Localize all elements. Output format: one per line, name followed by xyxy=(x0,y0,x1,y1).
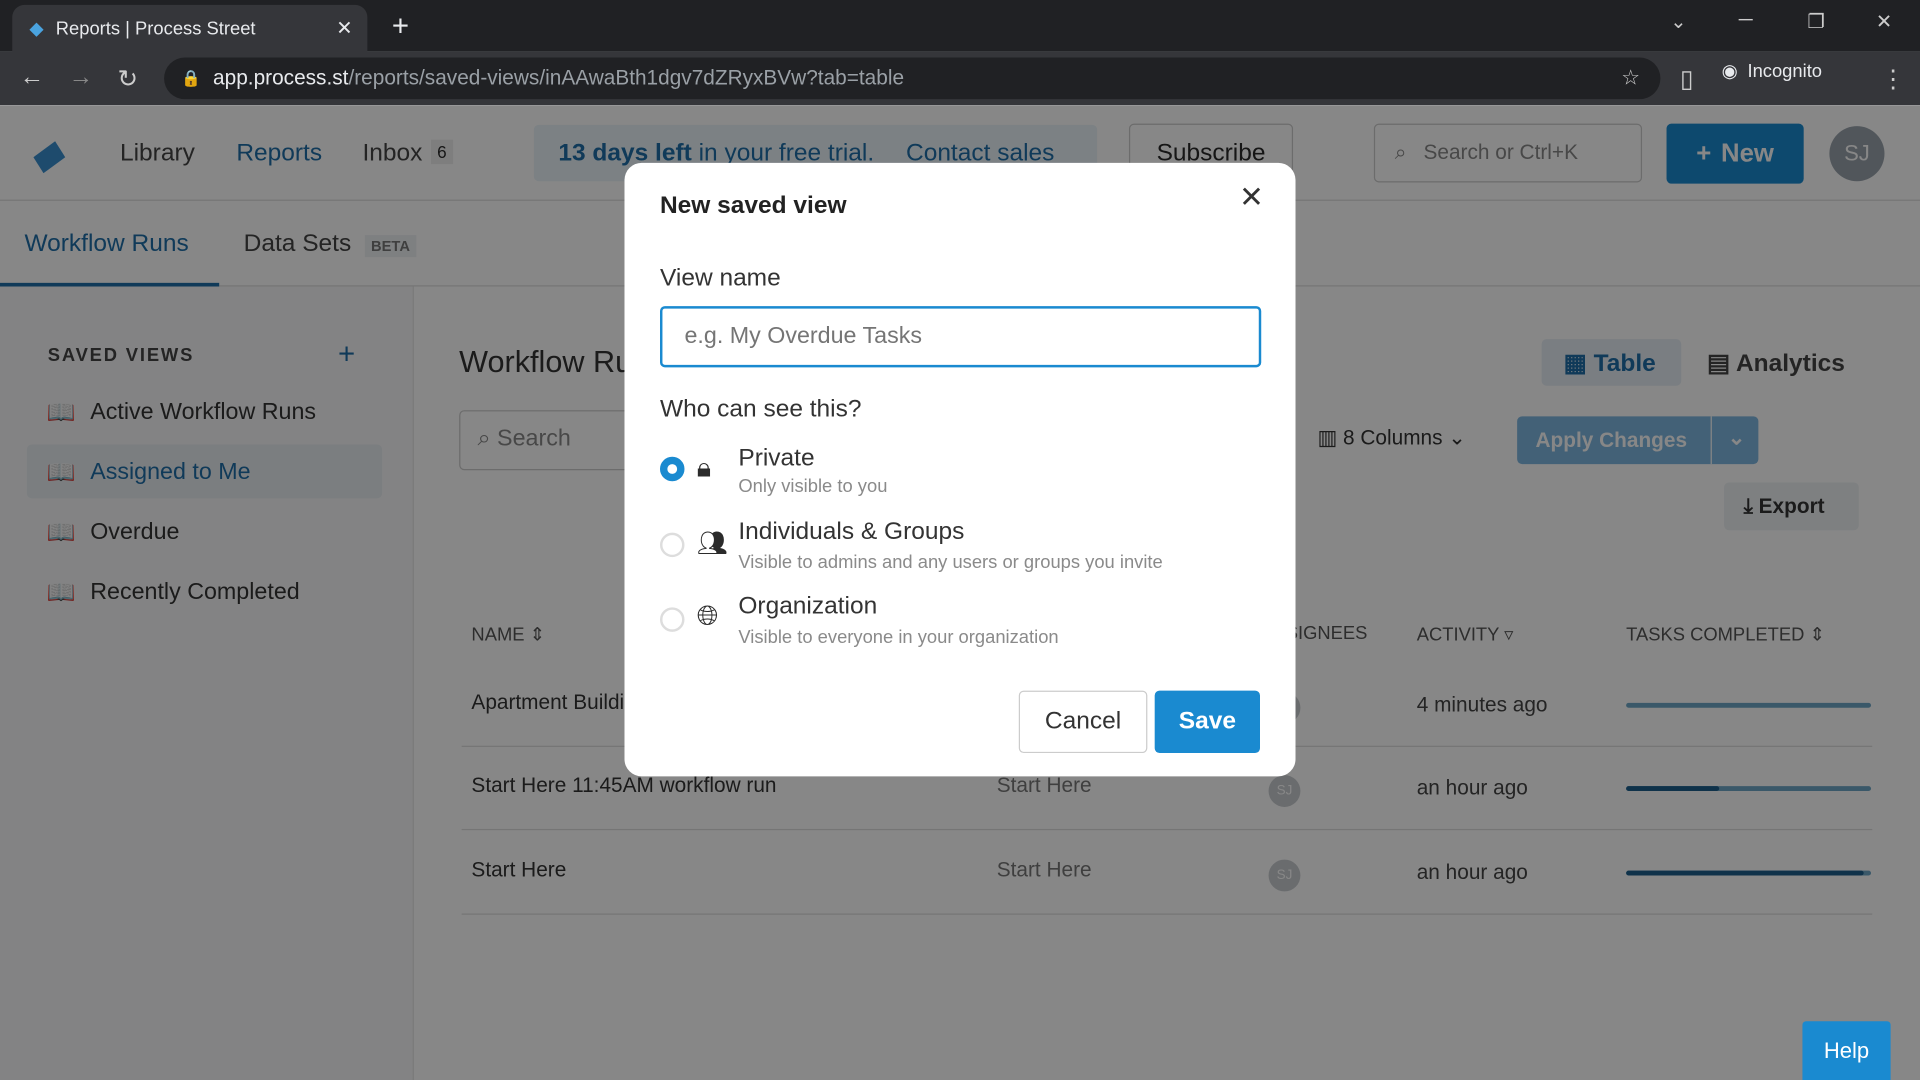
close-icon[interactable]: ✕ xyxy=(1239,180,1264,216)
incognito-icon: ◉ xyxy=(1721,61,1738,83)
new-tab-icon[interactable]: + xyxy=(392,10,409,44)
minimize-icon[interactable]: ─ xyxy=(1739,10,1753,32)
option-title: Individuals & Groups xyxy=(738,517,965,545)
close-tab-icon[interactable]: ✕ xyxy=(336,16,352,40)
globe-icon: 🌐︎ xyxy=(696,600,719,631)
url-path: /reports/saved-views/inAAwaBth1dgv7dZRyx… xyxy=(348,66,905,90)
process-street-favicon: ◆ xyxy=(29,18,44,40)
option-individuals-groups[interactable]: 👥︎ Individuals & Groups Visible to admin… xyxy=(660,518,1248,587)
reload-icon[interactable]: ↻ xyxy=(118,64,139,95)
close-window-icon[interactable]: ✕ xyxy=(1876,10,1892,34)
view-name-input[interactable] xyxy=(660,306,1262,368)
browser-menu-icon[interactable]: ⋮ xyxy=(1881,64,1905,95)
dialog-title: New saved view xyxy=(660,192,847,220)
view-name-label: View name xyxy=(660,264,781,292)
url-host: app.process.st xyxy=(213,66,349,90)
forward-icon[interactable]: → xyxy=(69,64,93,92)
option-private[interactable]: 🔒︎ Private Only visible to you xyxy=(660,442,1248,511)
back-icon[interactable]: ← xyxy=(20,64,44,92)
radio-organization[interactable] xyxy=(660,607,685,632)
lock-icon: 🔒︎ xyxy=(696,451,712,483)
save-button[interactable]: Save xyxy=(1154,690,1261,754)
tab-search-icon[interactable]: ⌄ xyxy=(1670,10,1686,34)
radio-individuals-groups[interactable] xyxy=(660,532,685,558)
option-desc: Visible to admins and any users or group… xyxy=(738,552,1163,574)
help-button[interactable]: Help xyxy=(1802,1021,1891,1080)
incognito-badge[interactable]: ◉ Incognito xyxy=(1722,60,1822,82)
side-panel-icon[interactable]: ▯ xyxy=(1680,64,1693,95)
browser-tab[interactable]: ◆ Reports | Process Street ✕ xyxy=(12,4,368,52)
radio-private[interactable] xyxy=(660,456,685,482)
bookmark-star-icon[interactable]: ☆ xyxy=(1621,66,1640,90)
restore-icon[interactable]: ❐ xyxy=(1807,10,1825,34)
option-title: Organization xyxy=(738,592,878,620)
option-title: Private xyxy=(738,444,815,472)
option-organization[interactable]: 🌐︎ Organization Visible to everyone in y… xyxy=(660,593,1248,662)
option-desc: Only visible to you xyxy=(738,476,888,498)
tab-title: Reports | Process Street xyxy=(55,17,256,39)
visibility-label: Who can see this? xyxy=(660,395,862,423)
users-icon: 👥︎ xyxy=(696,530,728,558)
lock-icon: 🔒 xyxy=(181,68,202,87)
option-desc: Visible to everyone in your organization xyxy=(738,626,1059,648)
profile-label: Incognito xyxy=(1747,60,1823,82)
cancel-button[interactable]: Cancel xyxy=(1018,690,1148,754)
address-bar[interactable]: 🔒 app.process.st/reports/saved-views/inA… xyxy=(164,57,1661,100)
new-saved-view-dialog: New saved view ✕ View name Who can see t… xyxy=(624,162,1296,777)
